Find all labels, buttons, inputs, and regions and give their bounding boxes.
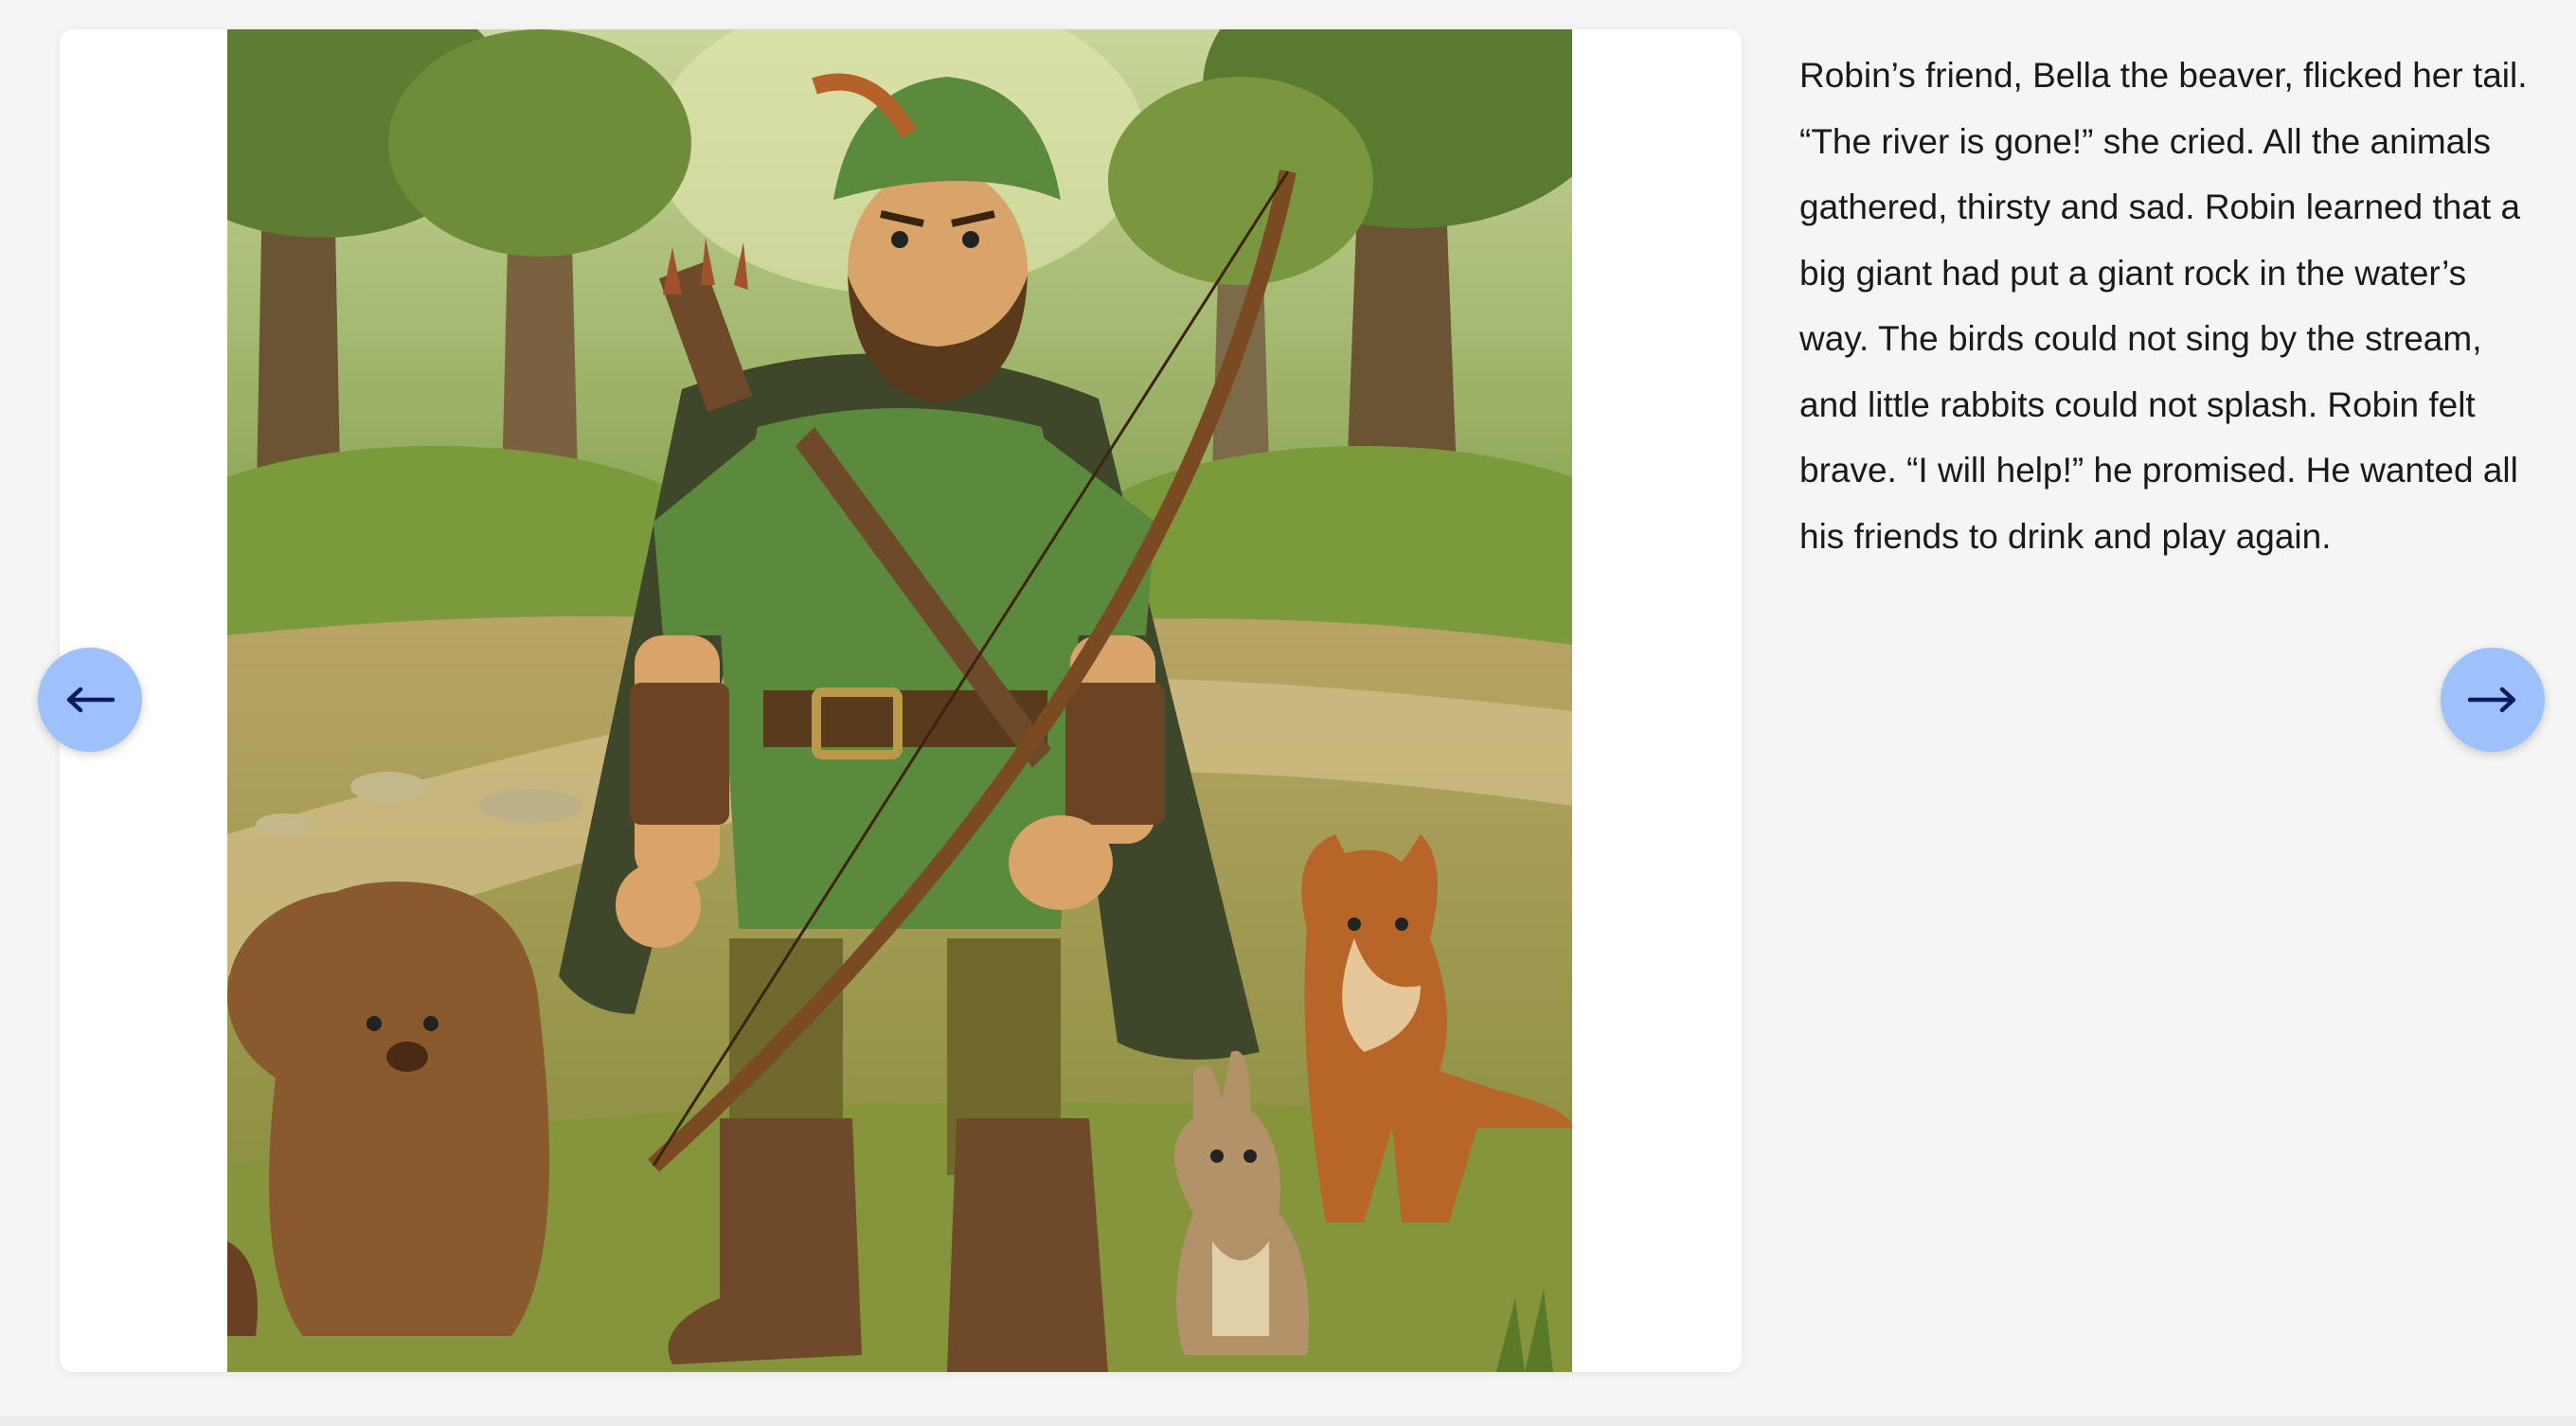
next-page-button[interactable]: [2441, 648, 2545, 752]
illustration-card: [60, 29, 1742, 1372]
storybook-page: Robin’s friend, Bella the beaver, flicke…: [0, 0, 2576, 1426]
bottom-bar: [0, 1417, 2576, 1426]
previous-page-button[interactable]: [38, 648, 142, 752]
story-paragraph: Robin’s friend, Bella the beaver, flicke…: [1799, 56, 2528, 556]
arrow-left-icon: [66, 686, 115, 713]
story-illustration: [227, 29, 1572, 1372]
arrow-right-icon: [2468, 686, 2516, 713]
